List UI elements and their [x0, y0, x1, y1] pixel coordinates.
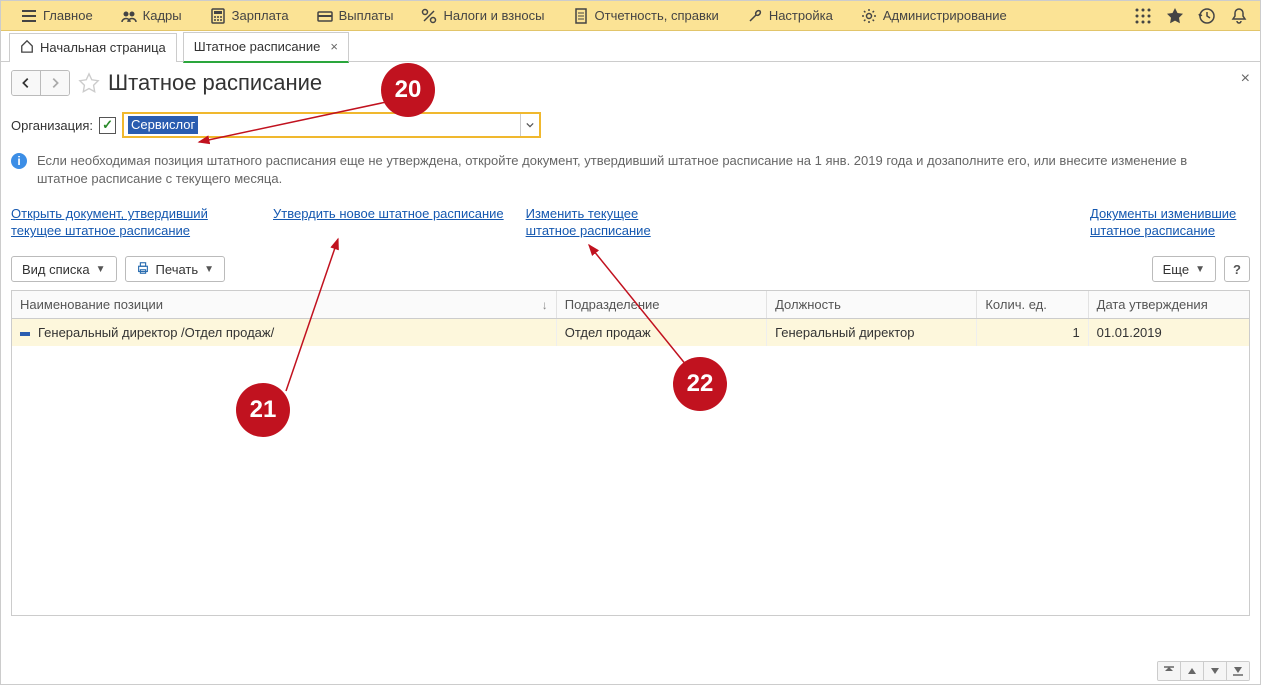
menu-reports-label: Отчетность, справки	[595, 8, 719, 23]
more-button[interactable]: Еще ▼	[1152, 256, 1216, 282]
menu-payments-label: Выплаты	[339, 8, 394, 23]
favorites-icon[interactable]	[1166, 7, 1184, 25]
link-open-current-doc[interactable]: Открыть документ, утвердивший текущее шт…	[11, 206, 251, 240]
col-date-label: Дата утверждения	[1097, 297, 1208, 312]
bell-icon[interactable]	[1230, 7, 1248, 25]
grid-nav-down[interactable]	[1203, 662, 1226, 680]
sort-asc-icon: ↓	[542, 298, 548, 312]
cell-post: Генеральный директор	[775, 325, 914, 340]
col-post-label: Должность	[775, 297, 841, 312]
menu-main-label: Главное	[43, 8, 93, 23]
menu-admin-label: Администрирование	[883, 8, 1007, 23]
menu-hr-label: Кадры	[143, 8, 182, 23]
people-icon	[121, 8, 137, 24]
grid-nav-last[interactable]	[1226, 662, 1249, 680]
org-input[interactable]: Сервислог	[124, 114, 520, 136]
table-row[interactable]: Генеральный директор /Отдел продаж/ Отде…	[12, 319, 1249, 347]
col-qty-label: Колич. ед.	[985, 297, 1047, 312]
help-label: ?	[1233, 262, 1241, 277]
print-label: Печать	[156, 262, 199, 277]
link-approve-new[interactable]: Утвердить новое штатное расписание	[273, 206, 504, 240]
cell-date: 01.01.2019	[1097, 325, 1162, 340]
tab-bar: Начальная страница Штатное расписание ×	[1, 31, 1260, 62]
wallet-icon	[317, 8, 333, 24]
more-label: Еще	[1163, 262, 1189, 277]
history-icon[interactable]	[1198, 7, 1216, 25]
col-name-label: Наименование позиции	[20, 297, 163, 312]
menu-settings[interactable]: Настройка	[733, 1, 847, 31]
org-checkbox[interactable]: ✓	[99, 117, 116, 134]
tab-close-icon[interactable]: ×	[330, 39, 338, 54]
grid-nav-strip	[1157, 661, 1250, 681]
cell-dept: Отдел продаж	[565, 325, 651, 340]
percent-icon	[421, 8, 437, 24]
caret-down-icon: ▼	[96, 264, 106, 275]
help-button[interactable]: ?	[1224, 256, 1250, 282]
nav-forward-button[interactable]	[40, 71, 69, 95]
menu-icon	[21, 8, 37, 24]
menu-settings-label: Настройка	[769, 8, 833, 23]
link-change-current[interactable]: Изменить текущее штатное расписание	[526, 206, 686, 240]
caret-down-icon: ▼	[1195, 264, 1205, 275]
col-qty[interactable]: Колич. ед.	[977, 291, 1088, 319]
print-button[interactable]: Печать ▼	[125, 256, 226, 282]
printer-icon	[136, 261, 150, 278]
home-icon	[20, 39, 34, 56]
report-icon	[573, 8, 589, 24]
menu-taxes-label: Налоги и взносы	[443, 8, 544, 23]
tab-staff-schedule-label: Штатное расписание	[194, 39, 321, 54]
menu-main[interactable]: Главное	[7, 1, 107, 31]
main-toolbar: Главное Кадры Зарплата Выплаты Налоги и …	[1, 1, 1260, 31]
view-mode-button[interactable]: Вид списка ▼	[11, 256, 117, 282]
col-post[interactable]: Должность	[767, 291, 977, 319]
col-dept-label: Подразделение	[565, 297, 660, 312]
page-title: Штатное расписание	[108, 70, 322, 96]
grid-nav-up[interactable]	[1180, 662, 1203, 680]
menu-hr[interactable]: Кадры	[107, 1, 196, 31]
col-date[interactable]: Дата утверждения	[1088, 291, 1249, 319]
wrench-icon	[747, 8, 763, 24]
tab-home[interactable]: Начальная страница	[9, 33, 177, 62]
nav-back-button[interactable]	[12, 71, 40, 95]
apps-icon[interactable]	[1134, 7, 1152, 25]
org-label: Организация:	[11, 118, 93, 133]
gear-icon	[861, 8, 877, 24]
menu-payments[interactable]: Выплаты	[303, 1, 408, 31]
menu-reports[interactable]: Отчетность, справки	[559, 1, 733, 31]
cell-name: Генеральный директор /Отдел продаж/	[38, 325, 274, 340]
link-changed-docs[interactable]: Документы изменившие штатное расписание	[1090, 206, 1250, 240]
page-close-button[interactable]: ×	[1241, 70, 1250, 88]
menu-admin[interactable]: Администрирование	[847, 1, 1021, 31]
org-field[interactable]: Сервислог	[122, 112, 541, 138]
favorite-star-icon[interactable]	[78, 72, 100, 94]
caret-down-icon: ▼	[204, 264, 214, 275]
tab-home-label: Начальная страница	[40, 40, 166, 55]
menu-taxes[interactable]: Налоги и взносы	[407, 1, 558, 31]
staff-grid: Наименование позиции ↓ Подразделение Дол…	[11, 290, 1250, 616]
nav-buttons	[11, 70, 70, 96]
org-value: Сервислог	[128, 116, 198, 134]
info-icon: i	[11, 153, 27, 169]
col-name[interactable]: Наименование позиции ↓	[12, 291, 556, 319]
calc-icon	[210, 8, 226, 24]
menu-salary[interactable]: Зарплата	[196, 1, 303, 31]
col-dept[interactable]: Подразделение	[556, 291, 766, 319]
cell-qty: 1	[1072, 325, 1079, 340]
grid-nav-first[interactable]	[1158, 662, 1180, 680]
info-text: Если необходимая позиция штатного распис…	[37, 152, 1230, 188]
tab-staff-schedule[interactable]: Штатное расписание ×	[183, 32, 349, 63]
org-dropdown-button[interactable]	[520, 114, 539, 136]
row-marker-icon	[20, 332, 30, 336]
menu-salary-label: Зарплата	[232, 8, 289, 23]
view-mode-label: Вид списка	[22, 262, 90, 277]
